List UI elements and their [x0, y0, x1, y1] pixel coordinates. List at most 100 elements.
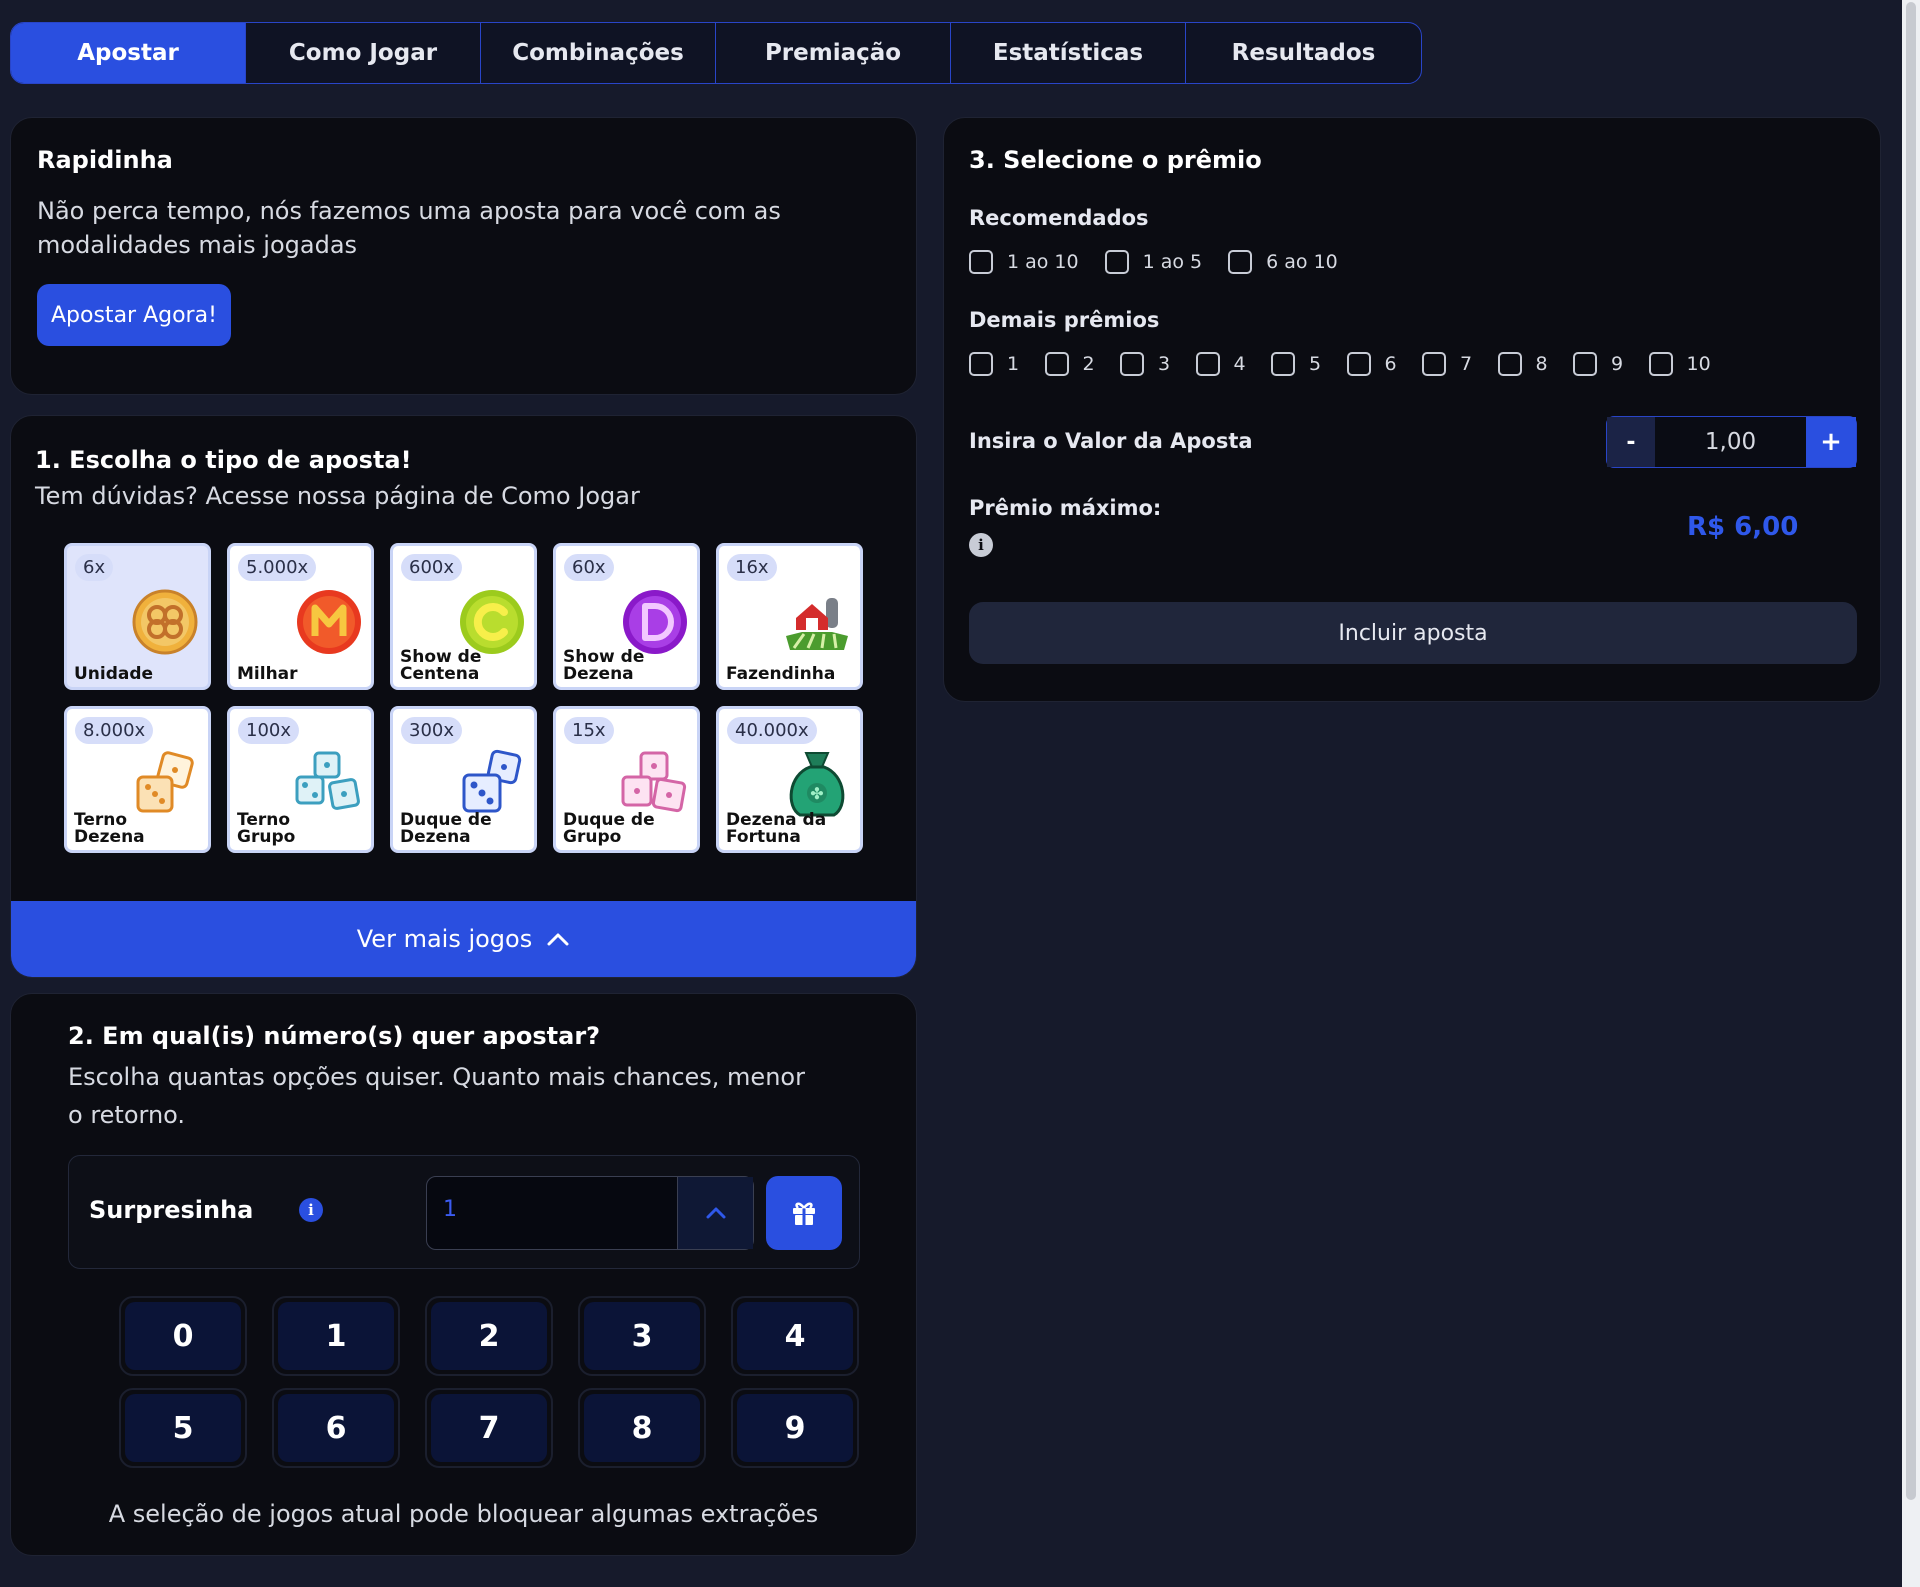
checkbox-box[interactable] — [1120, 352, 1144, 376]
game-card-fazendinha[interactable]: 16x Fazendinha — [716, 543, 863, 690]
game-card-show-de-centena[interactable]: 600x Show de Centena — [390, 543, 537, 690]
game-name: Fazendinha — [726, 664, 836, 684]
checkbox-prize-1[interactable]: 1 — [969, 352, 1045, 376]
digit-label: 6 — [278, 1394, 394, 1462]
tab-resultados[interactable]: Resultados — [1186, 23, 1421, 83]
checkbox-prize-7[interactable]: 7 — [1422, 352, 1498, 376]
tab-como-jogar[interactable]: Como Jogar — [246, 23, 481, 83]
info-icon[interactable]: i — [969, 533, 993, 557]
checkbox-box[interactable] — [1228, 250, 1253, 274]
checkbox-box[interactable] — [969, 352, 993, 376]
ver-mais-jogos-button[interactable]: Ver mais jogos — [11, 901, 916, 977]
game-multiplier: 600x — [401, 554, 463, 581]
checkbox-box[interactable] — [1346, 352, 1371, 376]
other-prizes-label: Demais prêmios — [969, 308, 1160, 332]
game-card-dezena-da-fortuna[interactable]: 40.000x ✤ Dezena da Fortuna — [716, 706, 863, 853]
checkbox-prize-4[interactable]: 4 — [1195, 352, 1272, 376]
game-name: Unidade — [74, 664, 154, 684]
apostar-agora-button[interactable]: Apostar Agora! — [37, 284, 231, 346]
digit-button-9[interactable]: 9 — [731, 1388, 859, 1468]
increase-value-button[interactable]: + — [1806, 417, 1856, 467]
prize-title: 3. Selecione o prêmio — [969, 146, 1262, 174]
rapidinha-title: Rapidinha — [37, 146, 173, 174]
digit-button-6[interactable]: 6 — [272, 1388, 400, 1468]
digit-button-1[interactable]: 1 — [272, 1296, 400, 1376]
clover-coin-icon — [132, 589, 198, 655]
checkbox-prize-6[interactable]: 6 — [1346, 352, 1423, 376]
game-name: Milhar — [237, 664, 298, 684]
max-prize-value: R$ 6,00 — [1687, 512, 1799, 542]
checkbox-label: 1 ao 10 — [1007, 251, 1079, 273]
surpresinha-increment-button[interactable] — [677, 1177, 753, 1249]
checkbox-prize-9[interactable]: 9 — [1573, 352, 1649, 376]
digit-label: 0 — [125, 1302, 241, 1370]
checkbox-6-ao-10[interactable]: 6 ao 10 — [1228, 250, 1338, 274]
game-name: Dezena da Fortuna — [726, 810, 827, 847]
info-icon[interactable]: i — [299, 1198, 323, 1222]
checkbox-box[interactable] — [969, 250, 993, 274]
game-card-duque-de-grupo[interactable]: 15x Duque de Grupo — [553, 706, 700, 853]
rapidinha-text: Não perca tempo, nós fazemos uma aposta … — [37, 197, 781, 259]
rapidinha-card: Rapidinha Não perca tempo, nós fazemos u… — [10, 117, 917, 395]
checkbox-prize-2[interactable]: 2 — [1044, 352, 1121, 376]
digit-label: 3 — [584, 1302, 700, 1370]
game-multiplier: 60x — [564, 554, 614, 581]
checkbox-label: 8 — [1535, 353, 1548, 375]
checkbox-box[interactable] — [1195, 352, 1220, 376]
digit-button-5[interactable]: 5 — [119, 1388, 247, 1468]
digit-button-2[interactable]: 2 — [425, 1296, 553, 1376]
tab-estatisticas[interactable]: Estatísticas — [951, 23, 1186, 83]
orange-dice-icon — [136, 751, 194, 813]
digit-button-7[interactable]: 7 — [425, 1388, 553, 1468]
checkbox-label: 7 — [1460, 353, 1473, 375]
bet-value-label: Insira o Valor da Aposta — [969, 429, 1253, 453]
game-multiplier: 8.000x — [75, 717, 154, 744]
game-card-terno-grupo[interactable]: 100x Terno Grupo — [227, 706, 374, 853]
tab-combinacoes[interactable]: Combinações — [481, 23, 716, 83]
scrollbar-thumb[interactable] — [1906, 2, 1916, 1500]
checkbox-box[interactable] — [1271, 352, 1295, 376]
checkbox-prize-5[interactable]: 5 — [1271, 352, 1347, 376]
numbers-card: 2. Em qual(is) número(s) quer apostar? E… — [10, 993, 917, 1556]
ver-mais-jogos-label: Ver mais jogos — [356, 925, 533, 953]
tab-apostar[interactable]: Apostar — [11, 23, 246, 83]
checkbox-prize-3[interactable]: 3 — [1120, 352, 1196, 376]
scrollbar-track[interactable] — [1902, 0, 1920, 1587]
game-card-unidade[interactable]: 6x Unidade — [64, 543, 211, 690]
letter-d-coin-icon — [623, 590, 687, 654]
other-prize-checkboxes: 1 2 3 4 5 6 7 8 9 10 — [969, 352, 1711, 376]
game-name: Terno Dezena — [74, 810, 145, 847]
include-bet-button[interactable]: Incluir aposta — [969, 602, 1857, 664]
decrease-value-button[interactable]: - — [1607, 417, 1655, 467]
digit-button-4[interactable]: 4 — [731, 1296, 859, 1376]
digit-button-3[interactable]: 3 — [578, 1296, 706, 1376]
digit-button-8[interactable]: 8 — [578, 1388, 706, 1468]
checkbox-box[interactable] — [1044, 352, 1069, 376]
main-tabs: Apostar Como Jogar Combinações Premiação… — [10, 22, 1422, 84]
checkbox-label: 9 — [1611, 353, 1624, 375]
bet-value-input[interactable]: 1,00 — [1655, 417, 1806, 467]
svg-text:✤: ✤ — [810, 784, 823, 803]
checkbox-box[interactable] — [1648, 352, 1673, 376]
checkbox-label: 4 — [1233, 353, 1246, 375]
surpresinha-quantity-input[interactable] — [443, 1197, 623, 1222]
checkbox-box[interactable] — [1422, 352, 1446, 376]
digit-button-0[interactable]: 0 — [119, 1296, 247, 1376]
checkbox-label: 1 — [1007, 353, 1020, 375]
surpresinha-gift-button[interactable] — [766, 1176, 842, 1250]
game-card-terno-dezena[interactable]: 8.000x Terno Dezena — [64, 706, 211, 853]
checkbox-prize-10[interactable]: 10 — [1648, 352, 1711, 376]
checkbox-1-ao-10[interactable]: 1 ao 10 — [969, 250, 1079, 274]
game-multiplier: 40.000x — [727, 717, 817, 744]
checkbox-box[interactable] — [1497, 352, 1522, 376]
game-card-show-de-dezena[interactable]: 60x Show de Dezena — [553, 543, 700, 690]
digit-label: 5 — [125, 1394, 241, 1462]
checkbox-1-ao-5[interactable]: 1 ao 5 — [1104, 250, 1202, 274]
game-card-duque-de-dezena[interactable]: 300x Duque de Dezena — [390, 706, 537, 853]
tab-premiacao[interactable]: Premiação — [716, 23, 951, 83]
checkbox-box[interactable] — [1573, 352, 1597, 376]
checkbox-box[interactable] — [1104, 250, 1129, 274]
checkbox-prize-8[interactable]: 8 — [1497, 352, 1574, 376]
game-card-milhar[interactable]: 5.000x Milhar — [227, 543, 374, 690]
farm-icon — [786, 598, 848, 650]
